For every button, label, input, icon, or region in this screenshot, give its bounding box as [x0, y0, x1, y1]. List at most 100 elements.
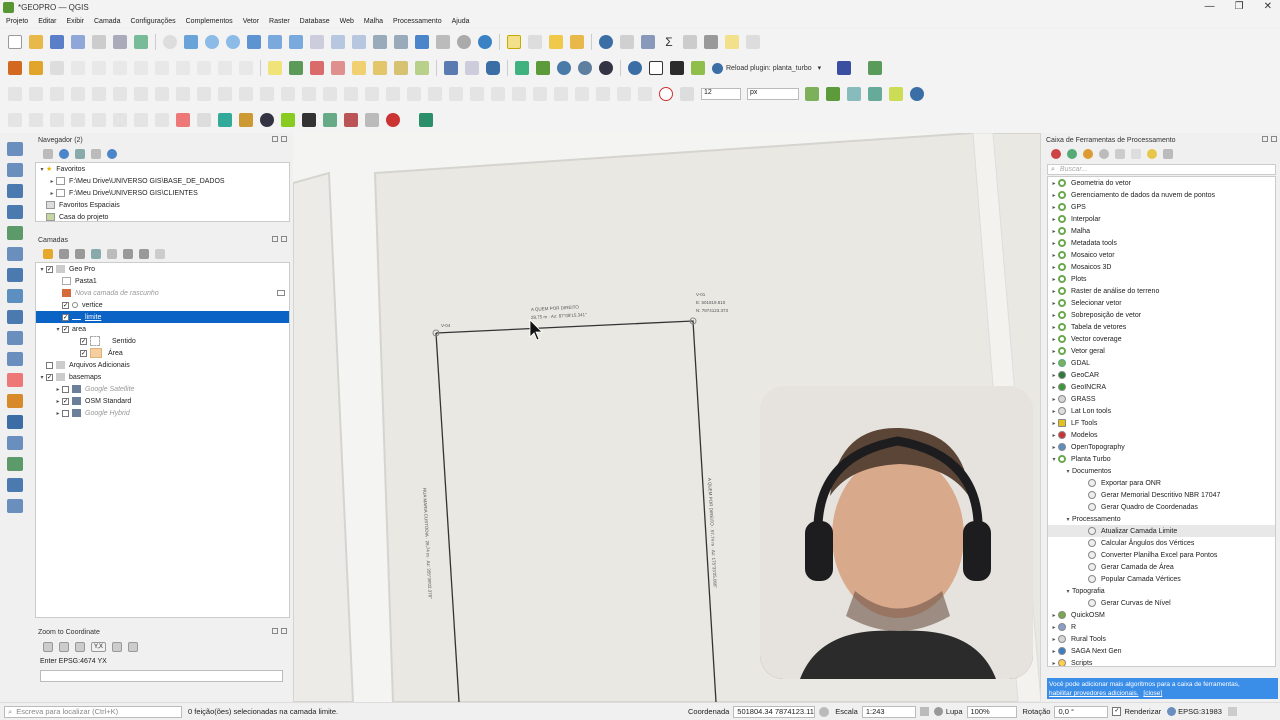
add-postgis-icon[interactable] — [7, 268, 23, 282]
crs-select-icon[interactable] — [111, 642, 122, 652]
measure-line-icon[interactable] — [302, 113, 316, 127]
plugin-icon[interactable] — [670, 61, 684, 75]
python-console-icon[interactable] — [628, 61, 642, 75]
chart-icon[interactable] — [649, 61, 663, 75]
proc-group[interactable]: ▸ Raster de análise do terreno — [1048, 285, 1275, 297]
identify-icon[interactable] — [599, 35, 613, 49]
snap-icon[interactable] — [29, 87, 43, 101]
proc-algorithm[interactable]: Gerar Quadro de Coordenadas — [1048, 501, 1275, 513]
delete-selected-icon[interactable] — [134, 61, 148, 75]
paste-icon[interactable] — [197, 61, 211, 75]
multi-edit-icon[interactable] — [113, 61, 127, 75]
layer-row-google-satellite[interactable]: ▸ Google Satellite — [36, 383, 289, 395]
search-plugin-icon[interactable] — [218, 113, 232, 127]
layer-row-scratch[interactable]: Nova camada de rascunho — [36, 287, 289, 299]
render-checkbox[interactable] — [1112, 707, 1122, 716]
layer-checkbox[interactable] — [80, 337, 87, 345]
save-project-icon[interactable] — [50, 35, 64, 49]
filter-icon[interactable] — [75, 149, 85, 159]
close-panel-icon[interactable] — [281, 236, 287, 242]
options-icon[interactable] — [1163, 149, 1173, 159]
layer-row-vertice[interactable]: vertice — [36, 299, 289, 311]
label-properties-icon[interactable] — [415, 61, 429, 75]
layer-row-geo-pro[interactable]: ▾ Geo Pro — [36, 263, 289, 275]
style-manager-icon[interactable] — [134, 35, 148, 49]
text-annotation-icon[interactable] — [725, 35, 739, 49]
map-tips-icon[interactable] — [746, 35, 760, 49]
highlight-labels-icon[interactable] — [310, 61, 324, 75]
split-parts-icon[interactable] — [323, 87, 337, 101]
proc-group[interactable]: ▸ Malha — [1048, 225, 1275, 237]
proc-provider-quickosm[interactable]: ▸ QuickOSM — [1048, 609, 1275, 621]
layer-checkbox[interactable] — [62, 301, 69, 309]
menu-web[interactable]: Web — [340, 18, 354, 25]
deselect-icon[interactable] — [549, 35, 563, 49]
layer-checkbox[interactable] — [46, 361, 53, 369]
layer-row-pasta1[interactable]: Pasta1 — [36, 275, 289, 287]
reload-plugin-dropdown-icon[interactable]: ▾ — [818, 64, 822, 72]
add-delimited-icon[interactable] — [7, 205, 23, 219]
help-icon[interactable] — [837, 61, 852, 75]
georef-icon[interactable] — [868, 61, 883, 75]
add-gpkg-icon[interactable] — [7, 226, 23, 240]
label-tool-icon[interactable] — [268, 61, 282, 75]
undo-icon[interactable] — [218, 61, 232, 75]
annotate-icon[interactable] — [92, 113, 106, 127]
proc-group[interactable]: ▸ GPS — [1048, 201, 1275, 213]
menu-configuracoes[interactable]: Configurações — [130, 18, 175, 25]
snap-scale-icon[interactable] — [910, 87, 924, 101]
undock-icon[interactable] — [272, 236, 278, 242]
browser-item[interactable]: ▸ F:\Meu Drive\UNIVERSO GIS\CLIENTES — [36, 187, 289, 199]
batch-icon[interactable] — [1083, 149, 1093, 159]
add-raster-icon[interactable] — [7, 163, 23, 177]
proc-algorithm-highlighted[interactable]: Atualizar Camada Limite — [1048, 525, 1275, 537]
undock-icon[interactable] — [272, 628, 278, 634]
rotate-label-icon[interactable] — [373, 61, 387, 75]
memory-layer-icon[interactable] — [277, 290, 285, 296]
measure-icon[interactable] — [683, 35, 697, 49]
save-edits-icon[interactable] — [50, 61, 64, 75]
proc-provider-lftools[interactable]: ▸ LF Tools — [1048, 417, 1275, 429]
add-vector-icon[interactable] — [7, 142, 23, 156]
temporal-icon[interactable] — [457, 35, 471, 49]
history-icon[interactable] — [1099, 149, 1109, 159]
proc-provider-gdal[interactable]: ▸ GDAL — [1048, 357, 1275, 369]
magnifier-input[interactable]: 100% — [966, 705, 1017, 718]
calc-icon[interactable] — [419, 113, 433, 127]
annotation-icon[interactable] — [704, 35, 718, 49]
layer-checkbox[interactable] — [62, 325, 69, 333]
properties-icon[interactable] — [107, 149, 117, 159]
overview-icon[interactable] — [155, 113, 169, 127]
filter-expression-icon[interactable] — [107, 249, 117, 259]
coordinate-input[interactable] — [40, 670, 283, 682]
scripts-icon[interactable] — [1067, 149, 1077, 159]
network-icon[interactable] — [260, 113, 274, 127]
add-ring-icon[interactable] — [113, 87, 127, 101]
proc-algorithm[interactable]: Popular Camada Vértices — [1048, 573, 1275, 585]
zoom-next-icon[interactable] — [352, 35, 366, 49]
bookmark-icon[interactable] — [415, 35, 429, 49]
proc-algorithm[interactable]: Gerar Camada de Área — [1048, 561, 1275, 573]
maximize-button[interactable]: ❐ — [1235, 1, 1244, 12]
rotate-feature-icon[interactable] — [50, 87, 64, 101]
processing-search[interactable]: ⌕ Buscar... — [1047, 164, 1276, 175]
proc-provider-rural[interactable]: ▸ Rural Tools — [1048, 633, 1275, 645]
close-panel-icon[interactable] — [281, 136, 287, 142]
add-spatialite-icon[interactable] — [7, 247, 23, 261]
fill-ring-icon[interactable] — [155, 87, 169, 101]
menu-ajuda[interactable]: Ajuda — [452, 18, 470, 25]
magnet-snapping-icon[interactable] — [659, 87, 673, 101]
show-bookmarks-icon[interactable] — [436, 35, 450, 49]
proc-algorithm[interactable]: Converter Planilha Excel para Pontos — [1048, 549, 1275, 561]
menu-processamento[interactable]: Processamento — [393, 18, 442, 25]
add-group-icon[interactable] — [59, 249, 69, 259]
database-icon[interactable] — [486, 61, 500, 75]
expand-all-icon[interactable] — [123, 249, 133, 259]
proc-group[interactable]: ▸ Geometria do vetor — [1048, 177, 1275, 189]
browser-item[interactable]: ▾ ★ Favoritos — [36, 163, 289, 175]
adv-digitize-icon[interactable] — [8, 87, 22, 101]
offset-curve-icon[interactable] — [239, 87, 253, 101]
add-point-icon[interactable] — [71, 61, 85, 75]
pencil-icon[interactable] — [575, 87, 589, 101]
refresh-icon[interactable] — [478, 35, 492, 49]
